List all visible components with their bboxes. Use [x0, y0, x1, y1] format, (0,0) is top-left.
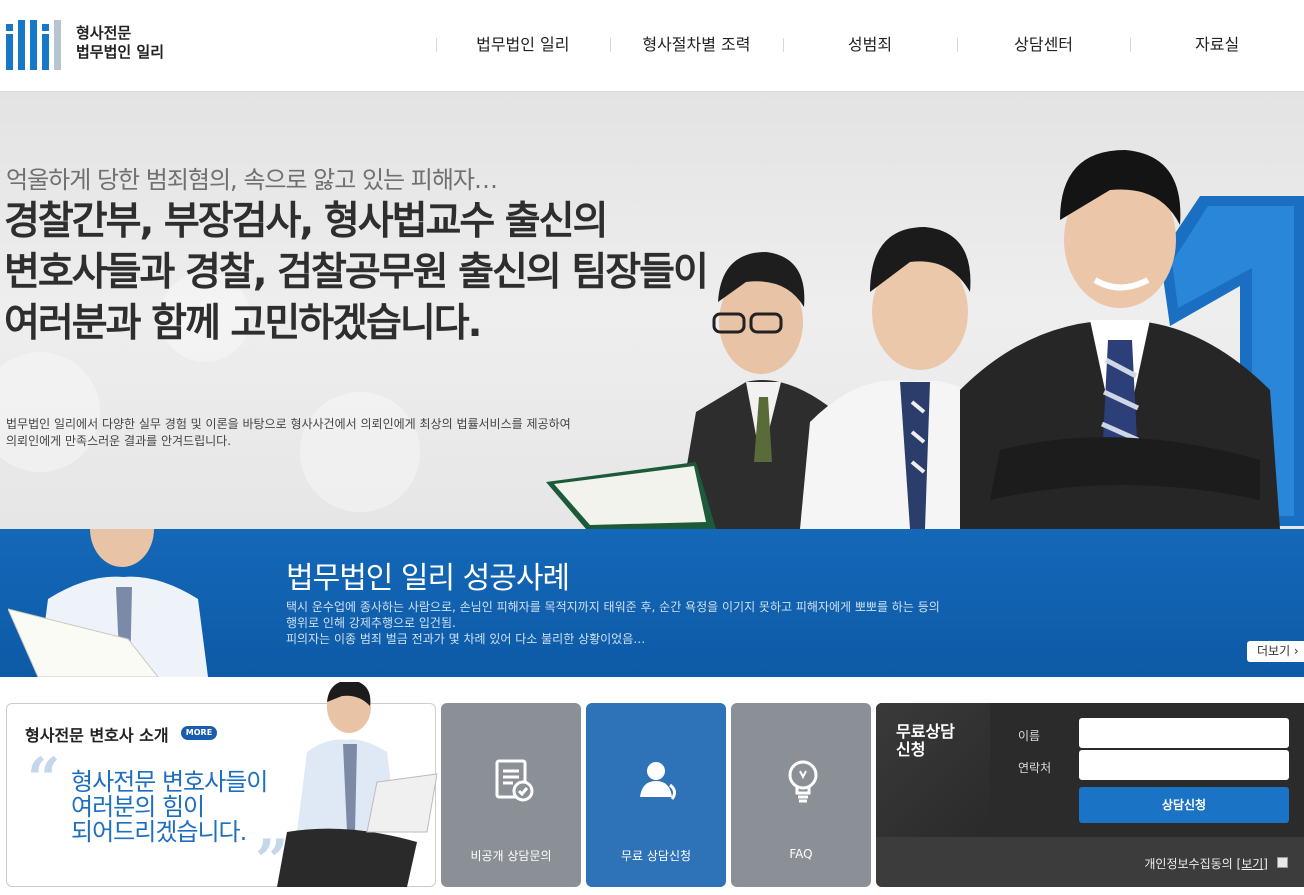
intro-quote: 형사전문 변호사들이 여러분의 힘이 되어드리겠습니다.: [71, 768, 268, 846]
nav-item-sex-crime[interactable]: 성범죄: [783, 30, 957, 60]
hero-subtitle: 억울하게 당한 범죄혐의, 속으로 앓고 있는 피해자…: [6, 166, 498, 194]
success-desc-line: 피의자는 이종 범죄 벌금 전과가 몇 차례 있어 다소 불리한 상황이었음…: [286, 632, 646, 646]
nav-label: 자료실: [1195, 35, 1240, 54]
lightbulb-icon: [788, 760, 818, 803]
success-desc-line: 행위로 인해 강제추행으로 입건됨.: [286, 616, 456, 630]
consult-title-panel: 무료상담 신청: [876, 703, 990, 837]
logo-line1: 형사전문: [76, 24, 132, 42]
bg-bubble: [300, 392, 420, 512]
consult-submit-button[interactable]: 상담신청: [1079, 787, 1289, 823]
name-label: 이름: [1018, 729, 1041, 743]
lawyer-laptop-illustration: [277, 682, 438, 887]
privacy-text: 개인정보수집동의: [1144, 857, 1233, 871]
name-field[interactable]: [1079, 718, 1289, 748]
logo-line2: 법무법인 일리: [76, 43, 165, 61]
nav-label: 형사절차별 조력: [642, 35, 751, 54]
nav-label: 법무법인 일리: [476, 35, 570, 54]
consult-title-line: 신청: [896, 740, 926, 759]
success-title: 법무법인 일리 성공사례: [286, 561, 570, 596]
quote-line: 되어드리겠습니다.: [71, 818, 247, 846]
main-nav: 법무법인 일리 형사절차별 조력 성범죄 상담센터 자료실: [436, 30, 1304, 60]
privacy-consent: 개인정보수집동의 [보기]: [1144, 855, 1268, 872]
nav-item-resources[interactable]: 자료실: [1130, 30, 1304, 60]
phone-field[interactable]: [1079, 750, 1289, 780]
nav-item-about[interactable]: 법무법인 일리: [436, 30, 610, 60]
privacy-checkbox[interactable]: [1277, 857, 1288, 868]
phone-label: 연락처: [1018, 761, 1052, 775]
lawyer-reading-illustration: [8, 529, 208, 677]
privacy-view-link[interactable]: [보기]: [1237, 857, 1268, 871]
bg-bubble: [0, 352, 100, 472]
quote-line: 여러분의 힘이: [71, 793, 205, 821]
nav-label: 상담센터: [1014, 35, 1074, 54]
nav-label: 성범죄: [847, 35, 893, 54]
success-cases-band: 법무법인 일리 성공사례 택시 운수업에 종사하는 사람으로, 손님인 피해자를…: [0, 529, 1304, 677]
free-consult-form: 무료상담 신청 이름 연락처 상담신청 개인정보수집동의 [보기]: [876, 703, 1304, 887]
consult-title: 무료상담 신청: [896, 723, 955, 759]
tile-free-consult[interactable]: 무료 상담신청: [586, 703, 726, 887]
privacy-bar: 개인정보수집동의 [보기]: [876, 837, 1304, 887]
success-description: 택시 운수업에 종사하는 사람으로, 손님인 피해자를 목적지까지 태워준 후,…: [286, 599, 976, 647]
consult-title-line: 무료상담: [896, 722, 955, 741]
open-quote-icon: “: [27, 745, 61, 813]
document-check-icon: [495, 759, 534, 802]
tile-private-consult[interactable]: 비공개 상담문의: [441, 703, 581, 887]
logo-text: 형사전문 법무법인 일리: [76, 24, 164, 62]
quote-line: 형사전문 변호사들이: [71, 768, 268, 796]
success-more-button[interactable]: 더보기 ›: [1247, 641, 1304, 662]
phone-person-icon: [640, 762, 677, 800]
lawyer-intro-box[interactable]: 형사전문 변호사 소개 MORE “ 형사전문 변호사들이 여러분의 힘이 되어…: [6, 682, 438, 890]
tile-faq[interactable]: FAQ: [731, 703, 871, 887]
tile-label: 비공개 상담문의: [470, 849, 552, 863]
hero-banner: 억울하게 당한 범죄혐의, 속으로 앓고 있는 피해자… 경찰간부, 부장검사,…: [0, 92, 1304, 529]
success-desc-line: 택시 운수업에 종사하는 사람으로, 손님인 피해자를 목적지까지 태워준 후,…: [286, 600, 940, 614]
logo[interactable]: 형사전문 법무법인 일리: [6, 18, 176, 74]
lawyer-arms-crossed-illustration: [960, 150, 1280, 529]
site-header: 형사전문 법무법인 일리 법무법인 일리 형사절차별 조력 성범죄 상담센터 자…: [0, 0, 1304, 92]
intro-more-badge[interactable]: MORE: [181, 726, 217, 740]
nav-item-consult-center[interactable]: 상담센터: [956, 30, 1131, 60]
nav-item-procedure[interactable]: 형사절차별 조력: [609, 30, 784, 60]
logo-mark-icon: [6, 20, 62, 70]
tile-label: 무료 상담신청: [620, 849, 692, 863]
intro-title: 형사전문 변호사 소개: [25, 726, 169, 745]
tile-label: FAQ: [789, 847, 813, 861]
